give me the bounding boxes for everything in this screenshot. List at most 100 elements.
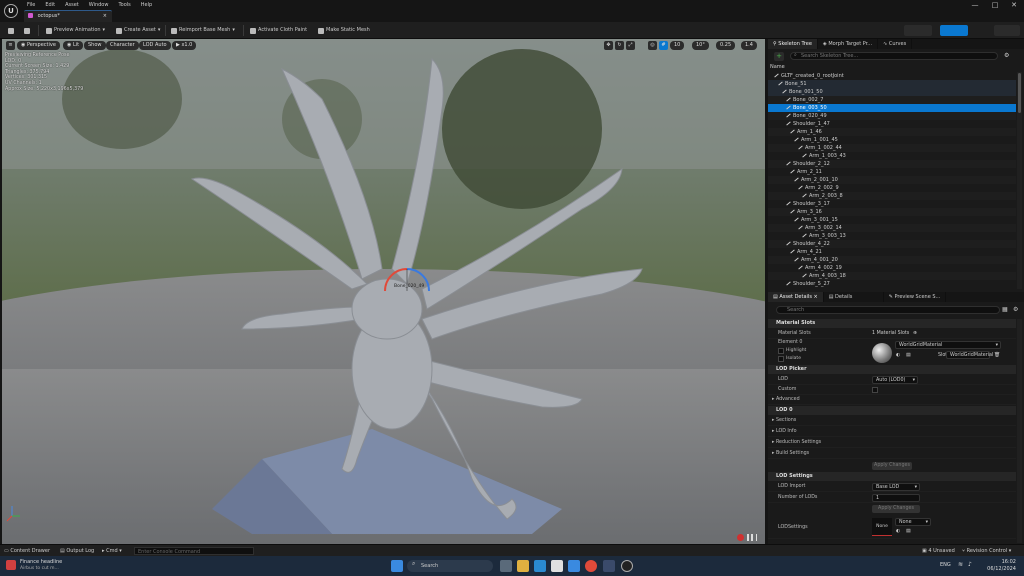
sections-row[interactable]: ▸ Sections (768, 416, 1016, 426)
bone-row[interactable]: Arm_2_002_9 (768, 184, 1016, 192)
delete-icon[interactable]: 🗑 (994, 352, 1000, 360)
reimport-button[interactable]: Reimport Base Mesh ▾ (171, 26, 235, 35)
chrome-icon[interactable] (585, 560, 597, 572)
bone-row[interactable]: Arm_3_002_14 (768, 224, 1016, 232)
gear-icon[interactable]: ⚙ (1013, 306, 1018, 313)
details-scrollbar[interactable] (1017, 319, 1022, 543)
bone-row[interactable]: Arm_2_11 (768, 168, 1016, 176)
grid-view-icon[interactable]: ▦ (1002, 306, 1008, 313)
bone-row[interactable]: Arm_3_001_15 (768, 216, 1016, 224)
tab-preview-scene[interactable]: ✎ Preview Scene S... (884, 292, 947, 302)
use-selected-icon[interactable]: ◐ (896, 352, 900, 360)
section-lod0[interactable]: LOD 0 (768, 406, 1016, 415)
console-input[interactable]: Enter Console Command (134, 547, 254, 555)
lod-info-row[interactable]: ▸ LOD Info (768, 427, 1016, 437)
num-lods-input[interactable]: 1 (872, 494, 920, 502)
menu-file[interactable]: File (22, 1, 40, 9)
cmd-dropdown[interactable]: ▸ Cmd ▾ (102, 547, 122, 555)
save-icon[interactable] (8, 28, 14, 34)
bone-row[interactable]: Arm_1_46 (768, 128, 1016, 136)
bone-row[interactable]: Arm_4_003_18 (768, 272, 1016, 280)
lod-import-dropdown[interactable]: Base LOD ▾ (872, 483, 920, 491)
close-icon[interactable]: × (812, 294, 818, 300)
scrollbar-thumb[interactable] (1018, 73, 1021, 113)
settings-button[interactable] (994, 25, 1020, 36)
bone-row[interactable]: Arm_4_002_19 (768, 264, 1016, 272)
bone-row[interactable]: Arm_1_003_43 (768, 152, 1016, 160)
slot-name-input[interactable]: WorldGridMaterial (946, 351, 993, 359)
tab-asset-details[interactable]: ▤ Asset Details × (768, 292, 824, 302)
revision-control-button[interactable]: ⑂ Revision Control ▾ (962, 547, 1011, 555)
viewport[interactable]: Bone_020_49 ≡ ◉ Perspective ◉ Lit Show C… (2, 39, 765, 544)
build-settings-row[interactable]: ▸ Build Settings (768, 449, 1016, 459)
isolate-checkbox[interactable] (778, 356, 784, 362)
section-material-slots[interactable]: Material Slots (768, 319, 1016, 328)
reduction-row[interactable]: ▸ Reduction Settings (768, 438, 1016, 448)
pause-icon[interactable] (747, 534, 753, 541)
create-asset-button[interactable]: Create Asset ▾ (116, 26, 160, 35)
details-search-input[interactable]: Search (776, 306, 1000, 314)
bone-row[interactable]: GLTF_created_0_rootJoint (768, 72, 1016, 80)
bone-row[interactable]: Shoulder_1_47 (768, 120, 1016, 128)
lodsettings-thumbnail[interactable]: None (872, 518, 892, 536)
mail-icon[interactable] (568, 560, 580, 572)
bone-row[interactable]: Arm_2_003_8 (768, 192, 1016, 200)
translate-icon[interactable]: ✥ (604, 41, 613, 50)
minimize-button[interactable]: — (966, 0, 984, 10)
bone-row[interactable]: Bone_51 (768, 80, 1016, 88)
highlight-checkbox[interactable] (778, 348, 784, 354)
perspective-button[interactable]: ◉ Perspective (17, 41, 60, 50)
clock-date[interactable]: 06/12/2024 (978, 566, 1016, 572)
material-thumbnail[interactable] (872, 343, 892, 363)
world-icon[interactable]: ◎ (648, 41, 657, 50)
language-indicator[interactable]: ENG (940, 562, 951, 568)
character-button[interactable]: Character (106, 41, 139, 50)
record-icon[interactable] (737, 534, 744, 541)
bone-row[interactable]: Arm_4_21 (768, 248, 1016, 256)
lod-dropdown[interactable]: Auto (LOD0) ▾ (872, 376, 918, 384)
bone-row[interactable]: Arm_2_001_10 (768, 176, 1016, 184)
bone-row[interactable]: Arm_1_001_45 (768, 136, 1016, 144)
tab-morph-target[interactable]: ◈ Morph Target Pr... (818, 39, 879, 49)
menu-edit[interactable]: Edit (40, 1, 60, 9)
apply-changes-button[interactable]: Apply Changes (872, 462, 912, 470)
make-static-mesh-button[interactable]: Make Static Mesh (318, 26, 370, 35)
browse-icon[interactable] (24, 28, 30, 34)
tab-close-icon[interactable]: × (103, 11, 107, 22)
store-icon[interactable] (551, 560, 563, 572)
bone-row[interactable]: Bone_003_50 (768, 104, 1016, 112)
bone-row[interactable]: Bone_001_50 (768, 88, 1016, 96)
news-icon[interactable] (6, 560, 16, 570)
custom-checkbox[interactable] (872, 387, 878, 393)
add-slot-icon[interactable]: ⊕ (913, 330, 917, 338)
clock-time[interactable]: 16:02 (988, 559, 1016, 565)
maximize-button[interactable]: □ (986, 0, 1004, 10)
bone-row[interactable]: Bone_002_7 (768, 96, 1016, 104)
section-lod-settings[interactable]: LOD Settings (768, 472, 1016, 481)
windows-start-icon[interactable] (391, 560, 403, 572)
use-selected-icon[interactable]: ◐ (896, 528, 900, 536)
news-subtitle[interactable]: Airbus to cut m... (20, 566, 59, 571)
scale-snap-value[interactable]: 0.25 (716, 41, 736, 50)
steam-icon[interactable] (603, 560, 615, 572)
tab-curves[interactable]: ∿ Curves (878, 39, 913, 49)
bone-row[interactable]: Shoulder_2_12 (768, 160, 1016, 168)
gear-icon[interactable]: ⚙ (1004, 52, 1009, 59)
volume-icon[interactable]: ♪ (968, 561, 972, 568)
tab-skeleton-tree[interactable]: ⚲ Skeleton Tree (768, 39, 818, 49)
section-lod-picker[interactable]: LOD Picker (768, 365, 1016, 374)
task-view-icon[interactable] (500, 560, 512, 572)
skeleton-mode-button[interactable] (904, 25, 932, 36)
grid-snap-value[interactable]: 10 (670, 41, 685, 50)
content-drawer-button[interactable]: ▭ Content Drawer (4, 547, 50, 555)
viewport-menu-icon[interactable]: ≡ (6, 41, 15, 50)
bone-row[interactable]: Shoulder_5_27 (768, 280, 1016, 288)
output-log-button[interactable]: ▤ Output Log (60, 547, 94, 555)
tab-details[interactable]: ▤ Details (824, 292, 884, 302)
unreal-logo-icon[interactable]: U (4, 4, 18, 18)
activate-cloth-paint-button[interactable]: Activate Cloth Paint (250, 26, 307, 35)
scale-icon[interactable]: ⤢ (626, 41, 635, 50)
lod-auto-button[interactable]: LOD Auto (139, 41, 171, 50)
menu-asset[interactable]: Asset (60, 1, 84, 9)
preview-animation-button[interactable]: Preview Animation ▾ (46, 26, 105, 35)
